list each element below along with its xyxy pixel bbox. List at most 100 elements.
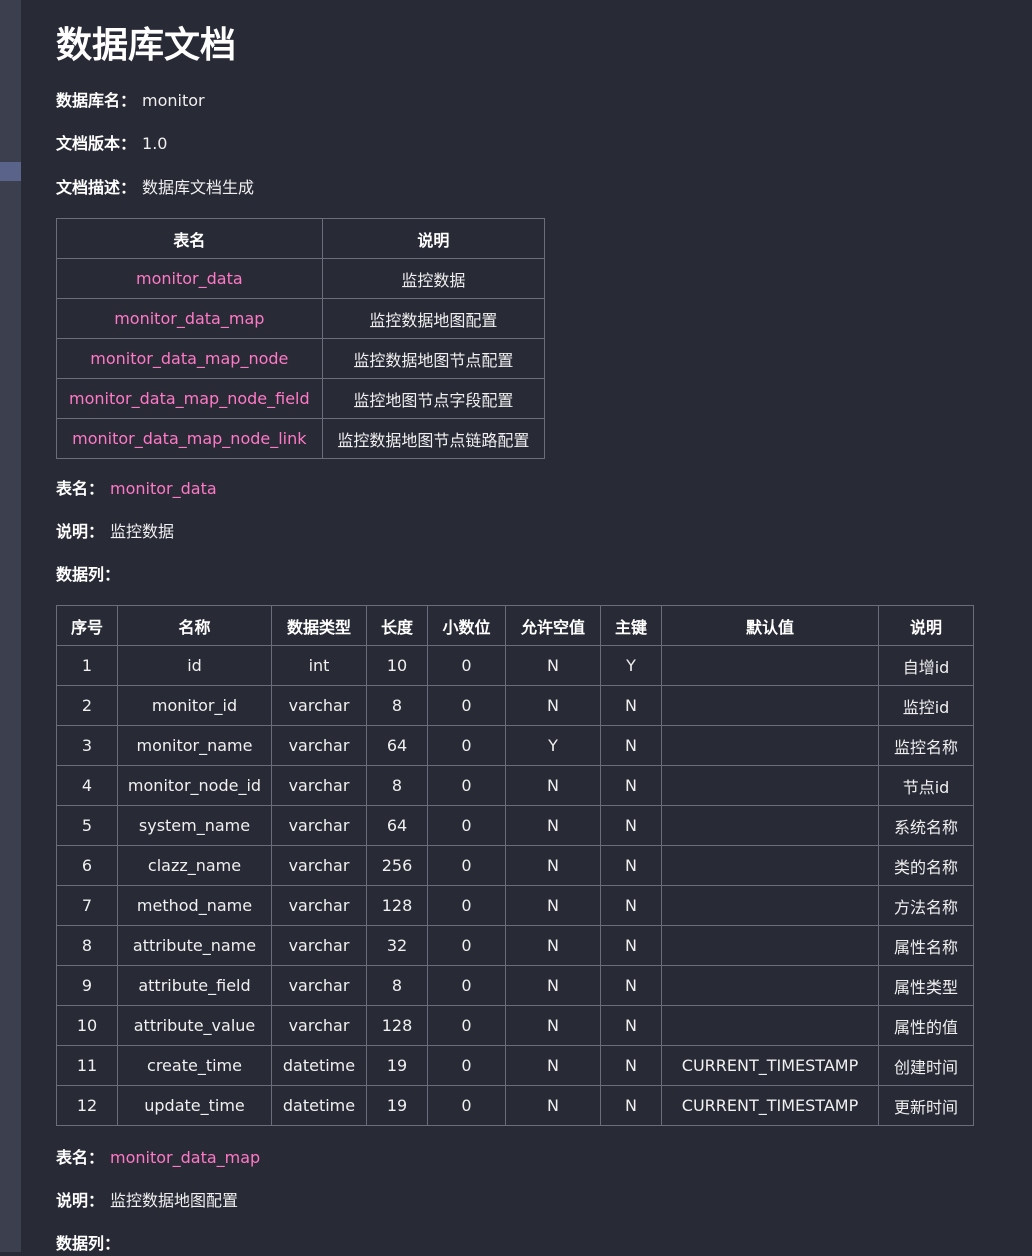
cell-default bbox=[661, 765, 879, 806]
cell-decimals: 0 bbox=[427, 645, 506, 686]
cell-name: monitor_id bbox=[117, 685, 272, 726]
header-primary-key: 主键 bbox=[600, 605, 662, 646]
cell-name: clazz_name bbox=[117, 845, 272, 886]
cell-decimals: 0 bbox=[427, 725, 506, 766]
header-seq: 序号 bbox=[56, 605, 118, 646]
table-row: 4 monitor_node_id varchar 8 0 N N 节点id bbox=[56, 765, 974, 806]
sidebar-active-marker[interactable] bbox=[0, 162, 21, 181]
cell-name: attribute_field bbox=[117, 965, 272, 1006]
table-description: 监控数据地图节点链路配置 bbox=[321, 418, 546, 459]
description-label: 文档描述： bbox=[56, 178, 137, 197]
cell-length: 19 bbox=[366, 1085, 428, 1126]
header-description: 说明 bbox=[321, 218, 546, 259]
cell-decimals: 0 bbox=[427, 885, 506, 926]
cell-comment: 自增id bbox=[878, 645, 974, 686]
cell-comment: 节点id bbox=[878, 765, 974, 806]
cell-seq: 9 bbox=[56, 965, 118, 1006]
cell-primary-key: N bbox=[600, 965, 662, 1006]
table-link[interactable]: monitor_data_map_node_field bbox=[56, 378, 323, 419]
columns-table: 序号 名称 数据类型 长度 小数位 允许空值 主键 默认值 说明 1 id in… bbox=[56, 605, 974, 1126]
cell-nullable: N bbox=[505, 1045, 601, 1086]
cell-nullable: N bbox=[505, 885, 601, 926]
section1-table-name-line: 表名： monitor_data bbox=[56, 477, 217, 501]
table-row: 6 clazz_name varchar 256 0 N N 类的名称 bbox=[56, 845, 974, 886]
cell-seq: 10 bbox=[56, 1005, 118, 1046]
cell-type: varchar bbox=[271, 685, 367, 726]
cell-type: varchar bbox=[271, 925, 367, 966]
cell-decimals: 0 bbox=[427, 685, 506, 726]
description-line: 文档描述： 数据库文档生成 bbox=[56, 176, 254, 200]
section2-table-name-line: 表名： monitor_data_map bbox=[56, 1146, 260, 1170]
cell-seq: 3 bbox=[56, 725, 118, 766]
page-title: 数据库文档 bbox=[56, 25, 237, 66]
cell-primary-key: N bbox=[600, 1005, 662, 1046]
cell-comment: 监控id bbox=[878, 685, 974, 726]
cell-length: 128 bbox=[366, 885, 428, 926]
cell-nullable: N bbox=[505, 925, 601, 966]
cell-primary-key: N bbox=[600, 1085, 662, 1126]
section2-table-name-label: 表名： bbox=[56, 1148, 105, 1167]
cell-default bbox=[661, 805, 879, 846]
cell-length: 10 bbox=[366, 645, 428, 686]
cell-type: varchar bbox=[271, 765, 367, 806]
cell-default bbox=[661, 1005, 879, 1046]
cell-decimals: 0 bbox=[427, 965, 506, 1006]
cell-default bbox=[661, 845, 879, 886]
cell-default bbox=[661, 645, 879, 686]
table-row: 11 create_time datetime 19 0 N N CURRENT… bbox=[56, 1045, 974, 1086]
cell-length: 128 bbox=[366, 1005, 428, 1046]
header-name: 名称 bbox=[117, 605, 272, 646]
table-row: 8 attribute_name varchar 32 0 N N 属性名称 bbox=[56, 925, 974, 966]
cell-comment: 更新时间 bbox=[878, 1085, 974, 1126]
cell-type: varchar bbox=[271, 725, 367, 766]
cell-decimals: 0 bbox=[427, 805, 506, 846]
section1-columns-line: 数据列： bbox=[56, 563, 120, 587]
cell-length: 8 bbox=[366, 965, 428, 1006]
cell-primary-key: N bbox=[600, 765, 662, 806]
cell-length: 64 bbox=[366, 725, 428, 766]
table-link[interactable]: monitor_data_map_node_link bbox=[56, 418, 323, 459]
cell-seq: 2 bbox=[56, 685, 118, 726]
table-link[interactable]: monitor_data_map_node bbox=[56, 338, 323, 379]
cell-nullable: Y bbox=[505, 725, 601, 766]
header-length: 长度 bbox=[366, 605, 428, 646]
cell-seq: 8 bbox=[56, 925, 118, 966]
cell-comment: 类的名称 bbox=[878, 845, 974, 886]
cell-comment: 属性名称 bbox=[878, 925, 974, 966]
cell-decimals: 0 bbox=[427, 1045, 506, 1086]
header-table-name: 表名 bbox=[56, 218, 323, 259]
cell-name: create_time bbox=[117, 1045, 272, 1086]
db-name-line: 数据库名： monitor bbox=[56, 89, 205, 113]
header-default: 默认值 bbox=[661, 605, 879, 646]
cell-type: varchar bbox=[271, 1005, 367, 1046]
cell-primary-key: N bbox=[600, 805, 662, 846]
section1-description-value: 监控数据 bbox=[110, 522, 175, 541]
section2-table-name-value: monitor_data_map bbox=[110, 1148, 261, 1167]
cell-default bbox=[661, 885, 879, 926]
table-header-row: 表名 说明 bbox=[56, 218, 546, 259]
cell-default bbox=[661, 685, 879, 726]
description-value: 数据库文档生成 bbox=[142, 178, 255, 197]
cell-nullable: N bbox=[505, 1085, 601, 1126]
cell-primary-key: N bbox=[600, 845, 662, 886]
cell-comment: 系统名称 bbox=[878, 805, 974, 846]
cell-comment: 监控名称 bbox=[878, 725, 974, 766]
cell-seq: 6 bbox=[56, 845, 118, 886]
table-row: 3 monitor_name varchar 64 0 Y N 监控名称 bbox=[56, 725, 974, 766]
cell-type: int bbox=[271, 645, 367, 686]
cell-name: monitor_name bbox=[117, 725, 272, 766]
table-description: 监控数据地图节点配置 bbox=[321, 338, 546, 379]
table-link[interactable]: monitor_data bbox=[56, 258, 323, 299]
version-label: 文档版本： bbox=[56, 134, 137, 153]
cell-name: attribute_name bbox=[117, 925, 272, 966]
table-description: 监控数据地图配置 bbox=[321, 298, 546, 339]
table-link[interactable]: monitor_data_map bbox=[56, 298, 323, 339]
cell-default bbox=[661, 725, 879, 766]
cell-name: id bbox=[117, 645, 272, 686]
cell-seq: 5 bbox=[56, 805, 118, 846]
cell-length: 8 bbox=[366, 685, 428, 726]
cell-default bbox=[661, 925, 879, 966]
table-row: monitor_data_map_node_field 监控地图节点字段配置 bbox=[56, 378, 546, 419]
cell-decimals: 0 bbox=[427, 925, 506, 966]
section2-description-line: 说明： 监控数据地图配置 bbox=[56, 1189, 238, 1213]
